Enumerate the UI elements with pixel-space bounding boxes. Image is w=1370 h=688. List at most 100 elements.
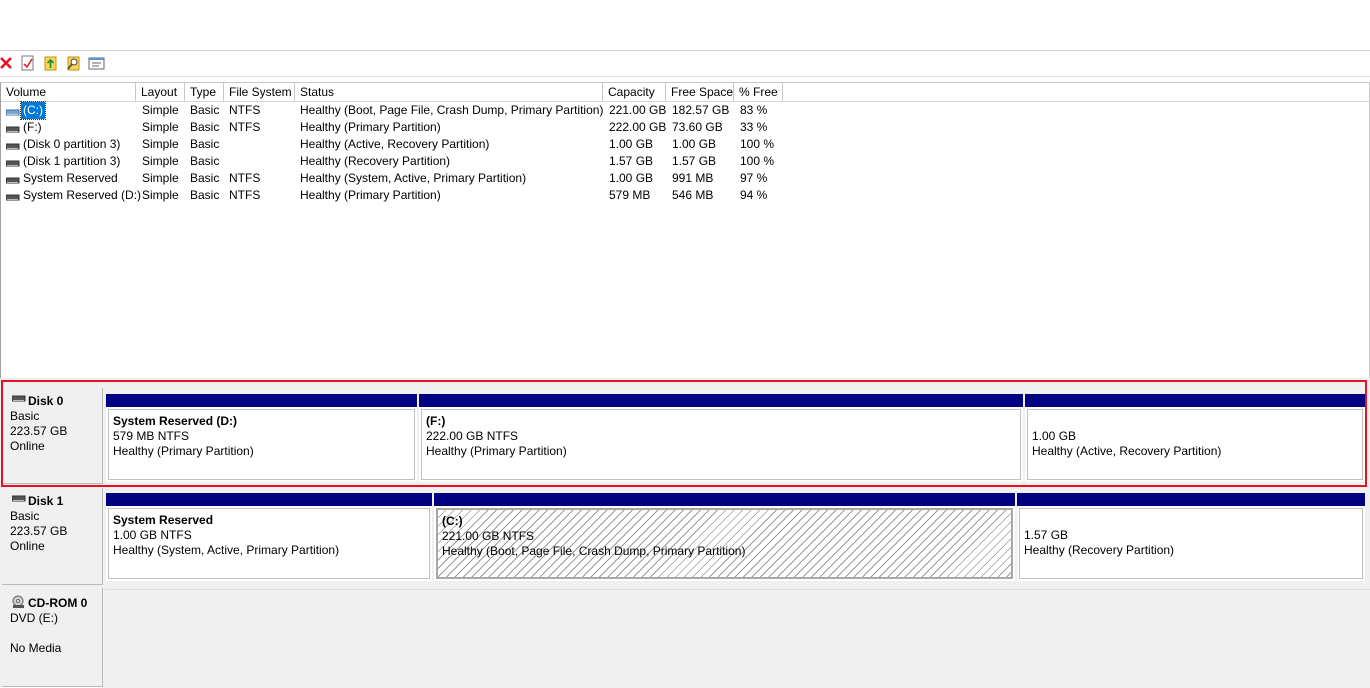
- table-row[interactable]: (Disk 1 partition 3) Simple Basic Health…: [1, 153, 801, 170]
- layout-value: Simple: [142, 171, 179, 185]
- partition-c[interactable]: (C:) 221.00 GB NTFS Healthy (Boot, Page …: [434, 493, 1015, 581]
- partition-disk1-recovery[interactable]: 1.57 GB Healthy (Recovery Partition): [1017, 493, 1365, 581]
- title-area: [0, 0, 1370, 51]
- partition-bar: [106, 394, 417, 407]
- disk-0-label[interactable]: Disk 0 Basic 223.57 GB Online: [2, 388, 103, 484]
- disk-icon: [12, 495, 26, 502]
- partition-status: Healthy (Recovery Partition): [1024, 543, 1175, 557]
- partition-bar: [1017, 493, 1365, 506]
- disk-size: 223.57 GB: [10, 424, 68, 438]
- partition-bar: [106, 493, 432, 506]
- capacity-value: 222.00 GB: [609, 120, 667, 134]
- filesystem-value: NTFS: [229, 171, 261, 185]
- filesystem-value: NTFS: [229, 120, 261, 134]
- search-icon[interactable]: [66, 54, 84, 72]
- partition-body: (C:) 221.00 GB NTFS Healthy (Boot, Page …: [436, 508, 1013, 579]
- table-row[interactable]: (F:) Simple Basic NTFS Healthy (Primary …: [1, 119, 801, 136]
- percent-free-value: 97 %: [740, 171, 768, 185]
- partition-system-reserved[interactable]: System Reserved 1.00 GB NTFS Healthy (Sy…: [106, 493, 432, 581]
- help-icon[interactable]: [43, 54, 61, 72]
- volume-name[interactable]: (Disk 0 partition 3): [21, 136, 122, 153]
- drive-icon: [5, 157, 20, 171]
- capacity-value: 1.00 GB: [609, 137, 654, 151]
- partition-name: (C:): [442, 514, 463, 528]
- cdrom-0-label[interactable]: CD-ROM 0 DVD (E:) No Media: [2, 588, 103, 687]
- free-space-value: 991 MB: [672, 171, 714, 185]
- free-space-value: 182.57 GB: [672, 103, 730, 117]
- type-value: Basic: [190, 154, 220, 168]
- delete-icon[interactable]: [0, 54, 18, 72]
- partition-body: System Reserved 1.00 GB NTFS Healthy (Sy…: [108, 508, 430, 579]
- column-status[interactable]: Status: [295, 83, 603, 101]
- partition-body: System Reserved (D:) 579 MB NTFS Healthy…: [108, 409, 415, 480]
- disk-status: Online: [10, 439, 45, 453]
- layout-value: Simple: [142, 137, 179, 151]
- percent-free-value: 100 %: [740, 154, 775, 168]
- layout-value: Simple: [142, 154, 179, 168]
- disk-name: CD-ROM 0: [28, 596, 88, 610]
- status-value: Healthy (Primary Partition): [300, 188, 441, 202]
- free-space-value: 73.60 GB: [672, 120, 723, 134]
- volume-name[interactable]: (C:): [20, 101, 46, 120]
- column-percent-free[interactable]: % Free: [734, 83, 783, 101]
- free-space-value: 1.57 GB: [672, 154, 717, 168]
- partition-bar: [419, 394, 1023, 407]
- status-value: Healthy (Boot, Page File, Crash Dump, Pr…: [300, 103, 604, 117]
- status-value: Healthy (System, Active, Primary Partiti…: [300, 171, 527, 185]
- partition-body: 1.00 GB Healthy (Active, Recovery Partit…: [1027, 409, 1363, 480]
- volume-name[interactable]: (F:): [21, 119, 44, 136]
- capacity-value: 1.00 GB: [609, 171, 654, 185]
- partition-status: Healthy (Primary Partition): [426, 444, 567, 458]
- drive-icon: [5, 174, 20, 188]
- partition-disk0-recovery[interactable]: 1.00 GB Healthy (Active, Recovery Partit…: [1025, 394, 1365, 482]
- disk-1-row: Disk 1 Basic 223.57 GB Online System Res…: [0, 488, 1370, 585]
- disk-media: No Media: [10, 641, 62, 655]
- free-space-value: 546 MB: [672, 188, 714, 202]
- type-value: Basic: [190, 103, 220, 117]
- column-type[interactable]: Type: [185, 83, 224, 101]
- disk-0-row: Disk 0 Basic 223.57 GB Online System Res…: [0, 388, 1370, 484]
- disk-type: DVD (E:): [10, 611, 58, 625]
- partition-status: Healthy (Primary Partition): [113, 444, 254, 458]
- partition-size: 1.00 GB NTFS: [113, 528, 192, 542]
- drive-icon: [5, 140, 20, 154]
- partition-name: System Reserved (D:): [113, 414, 238, 428]
- partition-bar: [434, 493, 1015, 506]
- volume-name[interactable]: System Reserved (D:): [21, 187, 143, 204]
- partition-f[interactable]: (F:) 222.00 GB NTFS Healthy (Primary Par…: [419, 394, 1023, 482]
- partition-bar: [1025, 394, 1365, 407]
- settings-icon[interactable]: [88, 54, 106, 72]
- cdrom-empty-area: [105, 589, 1370, 688]
- drive-icon: [5, 191, 20, 205]
- drive-icon: [5, 106, 20, 120]
- table-row[interactable]: (Disk 0 partition 3) Simple Basic Health…: [1, 136, 801, 153]
- disk-type: Basic: [10, 509, 40, 523]
- partition-system-reserved-d[interactable]: System Reserved (D:) 579 MB NTFS Healthy…: [106, 394, 417, 482]
- column-layout[interactable]: Layout: [136, 83, 185, 101]
- disk-map: Disk 0 Basic 223.57 GB Online System Res…: [0, 378, 1370, 688]
- volume-name[interactable]: System Reserved: [21, 170, 120, 187]
- column-capacity[interactable]: Capacity: [603, 83, 666, 101]
- layout-value: Simple: [142, 188, 179, 202]
- volume-list[interactable]: Volume Layout Type File System Status Ca…: [0, 82, 1370, 379]
- table-row[interactable]: (C:) Simple Basic NTFS Healthy (Boot, Pa…: [1, 101, 801, 120]
- properties-icon[interactable]: [20, 54, 38, 72]
- partition-size: 221.00 GB NTFS: [442, 529, 535, 543]
- partition-name: (F:): [426, 414, 446, 428]
- percent-free-value: 83 %: [740, 103, 768, 117]
- partition-size: 1.57 GB: [1024, 528, 1069, 542]
- drive-icon: [5, 123, 20, 137]
- column-volume[interactable]: Volume: [1, 83, 136, 101]
- disk-status: Online: [10, 539, 45, 553]
- table-row[interactable]: System Reserved Simple Basic NTFS Health…: [1, 170, 801, 187]
- column-file-system[interactable]: File System: [224, 83, 295, 101]
- disk-name: Disk 1: [28, 494, 64, 508]
- partition-body: 1.57 GB Healthy (Recovery Partition): [1019, 508, 1363, 579]
- volume-name[interactable]: (Disk 1 partition 3): [21, 153, 122, 170]
- table-row[interactable]: System Reserved (D:) Simple Basic NTFS H…: [1, 187, 801, 204]
- partition-size: 222.00 GB NTFS: [426, 429, 519, 443]
- partition-status: Healthy (Active, Recovery Partition): [1032, 444, 1222, 458]
- column-free-space[interactable]: Free Space: [666, 83, 734, 101]
- percent-free-value: 100 %: [740, 137, 775, 151]
- disk-1-label[interactable]: Disk 1 Basic 223.57 GB Online: [2, 488, 103, 585]
